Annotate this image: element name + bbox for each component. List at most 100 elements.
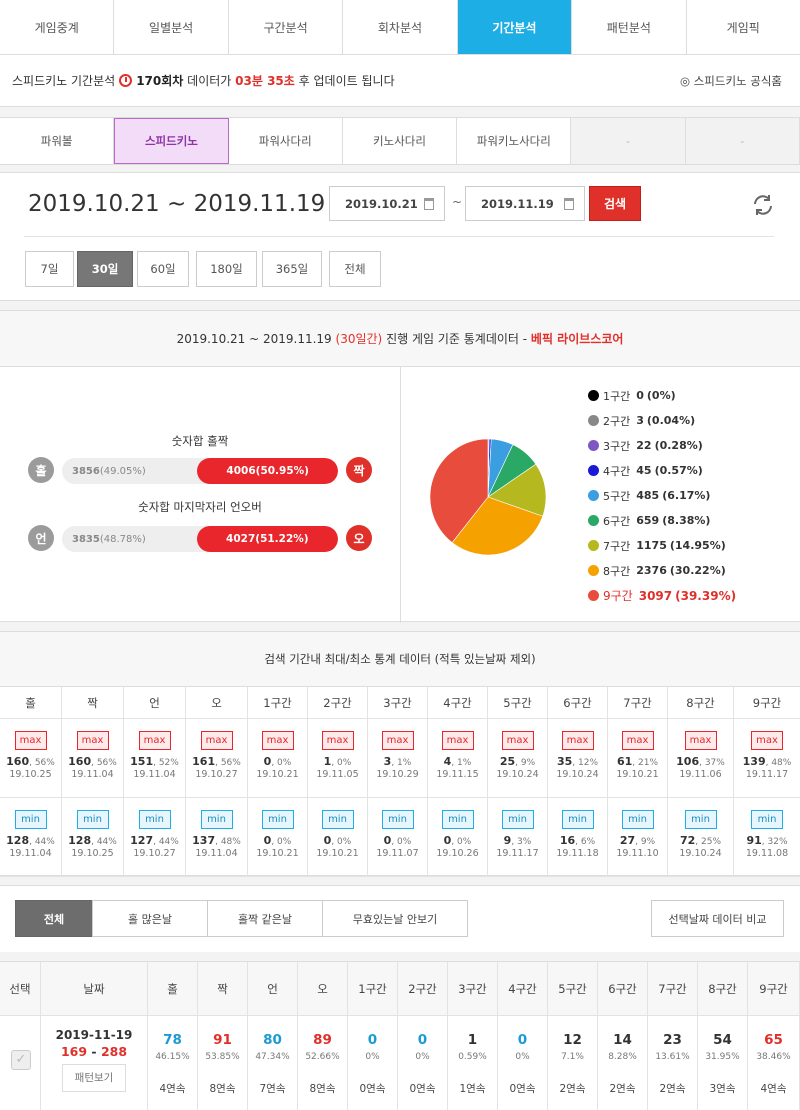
filter-button[interactable]: 전체 — [15, 900, 93, 937]
min-count: 128 — [6, 834, 30, 847]
max-value: 4, 1% — [428, 755, 487, 768]
select-cell: ✓ — [0, 1016, 41, 1110]
min-date: 19.10.26 — [436, 848, 479, 859]
max-cell: max 35, 12% 19.10.24 — [548, 719, 608, 797]
column-header: 2구간 — [308, 687, 368, 718]
nav-tab[interactable]: 게임픽 — [687, 0, 800, 54]
start-date-value: 2019.10.21 — [345, 196, 418, 211]
nav-tab[interactable]: 일별분석 — [114, 0, 229, 54]
pattern-view-button[interactable]: 패턴보기 — [62, 1064, 126, 1092]
left-count: 3835 — [72, 533, 100, 545]
nav-tab[interactable]: 게임중계 — [0, 0, 115, 54]
game-tab[interactable]: 파워사다리 — [229, 118, 343, 164]
pie-legend: 1구간 0 (0%) 2구간 3 (0.04%) 3구간 22 (0.28%) 4구간 45 (0.5… — [588, 383, 736, 608]
min-value: 0, 0% — [308, 834, 367, 847]
select-checkbox[interactable]: ✓ — [11, 1050, 31, 1070]
stat-count: 1 — [467, 1032, 478, 1048]
max-cell: max 61, 21% 19.10.21 — [608, 719, 668, 797]
stat-count: 89 — [313, 1032, 332, 1048]
stat-pct: 38.46% — [756, 1052, 791, 1062]
nav-tab[interactable]: 패턴분석 — [572, 0, 687, 54]
range-title: 2019.10.21 ~ 2019.11.19 — [28, 191, 326, 217]
legend-pct: (39.39%) — [675, 588, 737, 603]
date-range-panel: 2019.10.21 ~ 2019.11.19 2019.10.21 ~ 201… — [0, 172, 800, 301]
min-pct: , 0% — [391, 837, 412, 847]
max-date: 19.11.04 — [133, 769, 176, 780]
legend-swatch — [588, 390, 599, 401]
nav-tab[interactable]: 회차분석 — [343, 0, 458, 54]
stat-count: 91 — [213, 1032, 232, 1048]
table-header: 8구간 — [698, 962, 748, 1016]
max-count: 160 — [68, 755, 92, 768]
period-button[interactable]: 180일 — [196, 251, 257, 287]
stat-cell: 91 53.85% 8연속 — [198, 1016, 248, 1110]
legend-value: 45 — [636, 464, 652, 477]
max-min-title: 검색 기간내 최대/최소 통계 데이터 (적특 있는날짜 제외) — [0, 632, 800, 687]
column-header: 언 — [124, 687, 186, 718]
legend-row: 5구간 485 (6.17%) — [588, 483, 736, 508]
min-value: 128, 44% — [0, 834, 61, 847]
search-button[interactable]: 검색 — [589, 186, 641, 221]
left-value: 3835 (48.78%) — [62, 526, 146, 552]
max-tag: max — [441, 731, 474, 750]
nav-tab[interactable]: 기간분석 — [457, 0, 573, 54]
nav-tab[interactable]: 구간분석 — [229, 0, 344, 54]
min-pct: , 48% — [215, 837, 241, 847]
filter-button[interactable]: 홀 많은날 — [92, 900, 208, 937]
left-count: 3856 — [72, 465, 100, 477]
max-date: 19.10.24 — [556, 769, 599, 780]
period-button[interactable]: 30일 — [77, 251, 133, 287]
legend-value: 485 — [636, 489, 660, 502]
game-tabs: 파워볼 스피드키노 파워사다리 키노사다리 파워키노사다리 - - — [0, 117, 800, 165]
stat-count: 0 — [367, 1032, 378, 1048]
min-cell: min 0, 0% 19.10.26 — [428, 798, 488, 876]
max-cell: max 161, 56% 19.10.27 — [186, 719, 248, 797]
max-tag: max — [14, 731, 47, 750]
game-tab[interactable]: 키노사다리 — [343, 118, 458, 164]
min-tag: min — [621, 810, 654, 829]
game-tab[interactable]: 파워볼 — [0, 118, 115, 164]
legend-label: 1구간 — [603, 389, 631, 403]
stat-pct: 53.85% — [205, 1052, 240, 1062]
max-count: 139 — [742, 755, 766, 768]
max-cell: max 151, 52% 19.11.04 — [124, 719, 186, 797]
max-date: 19.10.21 — [616, 769, 659, 780]
period-button[interactable]: 60일 — [137, 251, 189, 287]
legend-value: 22 — [636, 439, 652, 452]
max-min-panel: 검색 기간내 최대/최소 통계 데이터 (적특 있는날짜 제외) 홀 짝 언 오 1구간… — [0, 631, 800, 877]
legend-swatch — [588, 515, 599, 526]
max-value: 35, 12% — [548, 755, 607, 768]
refresh-icon[interactable] — [751, 193, 775, 217]
filter-button[interactable]: 무효있는날 안보기 — [322, 900, 468, 937]
stat-pct: 52.66% — [305, 1052, 340, 1062]
game-tab[interactable]: 파워키노사다리 — [457, 118, 572, 164]
min-pct: , 6% — [575, 837, 596, 847]
period-button[interactable]: 7일 — [25, 251, 74, 287]
stat-cell: 89 52.66% 8연속 — [298, 1016, 348, 1110]
min-tag: min — [138, 810, 171, 829]
official-home-link[interactable]: ◎ 스피드키노 공식홈 — [680, 73, 782, 89]
period-button[interactable]: 전체 — [329, 251, 381, 287]
start-date-input[interactable]: 2019.10.21 — [329, 186, 445, 221]
end-date-input[interactable]: 2019.11.19 — [465, 186, 585, 221]
row-date: 2019-11-19 — [55, 1028, 133, 1042]
max-tag: max — [501, 731, 534, 750]
calendar-icon[interactable] — [424, 198, 434, 210]
game-tab[interactable]: 스피드키노 — [114, 118, 229, 164]
stat-pct: 0% — [415, 1052, 430, 1062]
info-prefix: 스피드키노 기간분석 — [12, 74, 116, 88]
filter-button[interactable]: 홀짝 같은날 — [207, 900, 323, 937]
legend-row: 3구간 22 (0.28%) — [588, 433, 736, 458]
min-pct: , 44% — [153, 837, 179, 847]
max-date: 19.11.17 — [745, 769, 789, 780]
min-count: 127 — [130, 834, 154, 847]
calendar-icon[interactable] — [564, 198, 574, 210]
compare-button[interactable]: 선택날짜 데이터 비교 — [651, 900, 784, 937]
max-date: 19.11.06 — [679, 769, 722, 780]
min-count: 137 — [192, 834, 216, 847]
max-pct: , 56% — [29, 758, 55, 768]
min-cell: min 0, 0% 19.10.21 — [308, 798, 368, 876]
legend-row: 8구간 2376 (30.22%) — [588, 558, 736, 583]
period-button[interactable]: 365일 — [262, 251, 322, 287]
max-pct: , 56% — [91, 758, 117, 768]
